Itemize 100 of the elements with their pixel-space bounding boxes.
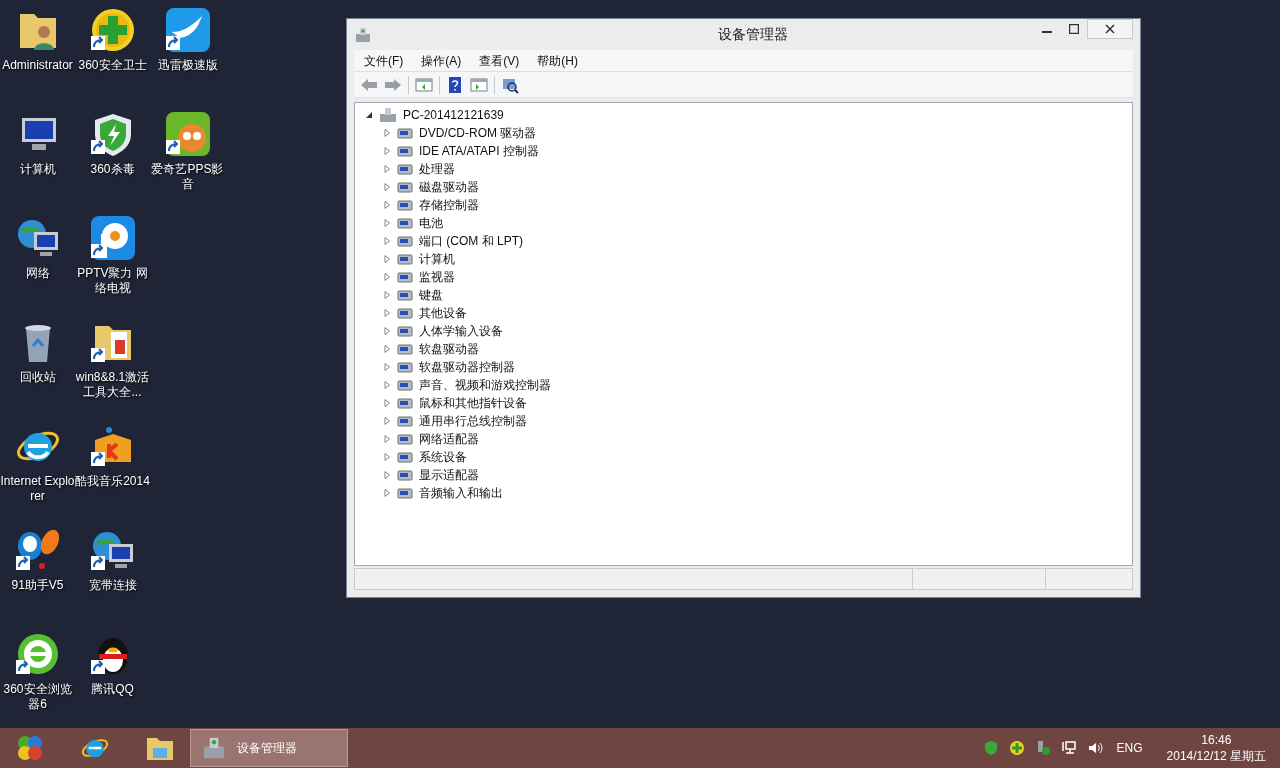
- tree-item[interactable]: PC-201412121639: [403, 106, 504, 124]
- menu-item[interactable]: 文件(F): [356, 51, 412, 70]
- tree-item[interactable]: 处理器: [419, 160, 455, 178]
- tree-item[interactable]: 存储控制器: [419, 196, 479, 214]
- tree-item[interactable]: 电池: [419, 214, 443, 232]
- speaker-icon[interactable]: [1086, 740, 1103, 756]
- desktop-icon-label[interactable]: Administrator: [0, 58, 75, 73]
- tree-item[interactable]: 通用串行总线控制器: [419, 412, 527, 430]
- help-icon[interactable]: [446, 75, 464, 94]
- device-icon: [397, 359, 413, 375]
- tree-item[interactable]: 声音、视频和游戏控制器: [419, 376, 551, 394]
- tree-item[interactable]: 软盘驱动器: [419, 340, 479, 358]
- expand-arrow-icon[interactable]: [383, 201, 391, 209]
- expand-arrow-icon[interactable]: [383, 345, 391, 353]
- expand-arrow-icon[interactable]: [383, 129, 391, 137]
- plus-circle-icon[interactable]: [88, 6, 137, 54]
- bird-icon[interactable]: [163, 6, 212, 54]
- desktop-icon-label[interactable]: 360安全浏览器6: [0, 682, 75, 712]
- expand-arrow-icon[interactable]: [383, 237, 391, 245]
- menu-item[interactable]: 操作(A): [413, 51, 470, 70]
- tree-item[interactable]: 其他设备: [419, 304, 467, 322]
- tree-item[interactable]: IDE ATA/ATAPI 控制器: [419, 142, 539, 160]
- desktop-icon-label[interactable]: 爱奇艺PPS影音: [150, 162, 225, 192]
- desktop-icon-label[interactable]: PPTV聚力 网络电视: [75, 266, 150, 296]
- device-icon: [397, 413, 413, 429]
- network-icon[interactable]: [1060, 740, 1077, 756]
- expand-arrow-icon[interactable]: [383, 453, 391, 461]
- expand-arrow-icon[interactable]: [383, 165, 391, 173]
- device-icon: [397, 125, 413, 141]
- tree-item[interactable]: 监视器: [419, 268, 455, 286]
- console-tree-icon[interactable]: [415, 75, 433, 94]
- device-icon: [397, 251, 413, 267]
- desktop-icon-label[interactable]: 酷我音乐2014: [75, 474, 150, 489]
- desktop-icon-label[interactable]: 宽带连接: [75, 578, 150, 593]
- expand-arrow-icon[interactable]: [383, 147, 391, 155]
- desktop-icon-label[interactable]: 腾讯QQ: [75, 682, 150, 697]
- tree-item[interactable]: DVD/CD-ROM 驱动器: [419, 124, 537, 142]
- expand-arrow-icon[interactable]: [383, 363, 391, 371]
- device-manager-icon: [201, 735, 227, 761]
- tree-item[interactable]: 音频输入和输出: [419, 484, 503, 502]
- expand-arrow-icon[interactable]: [383, 399, 391, 407]
- device-icon: [397, 215, 413, 231]
- language-indicator[interactable]: ENG: [1116, 739, 1143, 757]
- tree-item[interactable]: 计算机: [419, 250, 455, 268]
- tree-item[interactable]: 鼠标和其他指针设备: [419, 394, 527, 412]
- expand-arrow-icon[interactable]: [383, 273, 391, 281]
- expand-arrow-icon[interactable]: [383, 471, 391, 479]
- menu-item[interactable]: 查看(V): [471, 51, 528, 70]
- tree-item[interactable]: 人体学输入设备: [419, 322, 503, 340]
- desktop-icon-label[interactable]: 360杀毒: [75, 162, 150, 177]
- expand-arrow-icon[interactable]: [383, 291, 391, 299]
- device-icon: [397, 305, 413, 321]
- desktop-icon-label[interactable]: 360安全卫士: [75, 58, 150, 73]
- expand-arrow-icon[interactable]: [383, 435, 391, 443]
- desktop-icon-label[interactable]: 迅雷极速版: [150, 58, 225, 73]
- cartoon-face-icon[interactable]: [163, 110, 212, 158]
- device-icon: [397, 287, 413, 303]
- device-icon: [397, 485, 413, 501]
- tree-item[interactable]: 端口 (COM 和 LPT): [419, 232, 523, 250]
- tree-item[interactable]: 键盘: [419, 286, 443, 304]
- tree-item[interactable]: 磁盘驱动器: [419, 178, 479, 196]
- device-icon: [397, 233, 413, 249]
- clock[interactable]: 16:46 2014/12/12 星期五: [1166, 732, 1266, 764]
- expand-arrow-icon[interactable]: [383, 309, 391, 317]
- device-icon: [397, 431, 413, 447]
- expand-arrow-icon[interactable]: [383, 219, 391, 227]
- collapse-arrow-icon[interactable]: [365, 111, 373, 119]
- p-logo-icon[interactable]: [88, 214, 137, 262]
- device-icon: [397, 467, 413, 483]
- desktop-icon-label[interactable]: Internet Explorer: [0, 474, 75, 504]
- clock-date: 2014/12/12 星期五: [1166, 748, 1266, 764]
- expand-arrow-icon[interactable]: [383, 327, 391, 335]
- device-icon: [397, 179, 413, 195]
- device-icon: [397, 143, 413, 159]
- device-icon: [397, 197, 413, 213]
- expand-arrow-icon[interactable]: [383, 255, 391, 263]
- taskbar-button[interactable]: 设备管理器: [190, 729, 348, 767]
- tree-item[interactable]: 软盘驱动器控制器: [419, 358, 515, 376]
- device-icon: [397, 449, 413, 465]
- start-logo-icon[interactable]: [15, 733, 45, 763]
- desktop-icon-label[interactable]: 网络: [0, 266, 75, 281]
- desktop-icon-label[interactable]: 回收站: [0, 370, 75, 385]
- computer-tree-icon: [379, 107, 397, 123]
- device-manager-icon[interactable]: [354, 25, 372, 44]
- desktop-icon-label[interactable]: 计算机: [0, 162, 75, 177]
- device-icon: [397, 377, 413, 393]
- tree-item[interactable]: 网络适配器: [419, 430, 479, 448]
- expand-arrow-icon[interactable]: [383, 381, 391, 389]
- expand-arrow-icon[interactable]: [383, 183, 391, 191]
- action-pane-icon[interactable]: [470, 75, 488, 94]
- minimize-icon: [1041, 31, 1052, 33]
- tree-item[interactable]: 显示适配器: [419, 466, 479, 484]
- desktop-icon-label[interactable]: 91助手V5: [0, 578, 75, 593]
- expand-arrow-icon[interactable]: [383, 417, 391, 425]
- window-title: 设备管理器: [716, 25, 789, 44]
- menu-item[interactable]: 帮助(H): [529, 51, 586, 70]
- tree-item[interactable]: 系统设备: [419, 448, 467, 466]
- expand-arrow-icon[interactable]: [383, 489, 391, 497]
- device-icon: [397, 161, 413, 177]
- desktop-icon-label[interactable]: win8&8.1激活工具大全...: [75, 370, 150, 400]
